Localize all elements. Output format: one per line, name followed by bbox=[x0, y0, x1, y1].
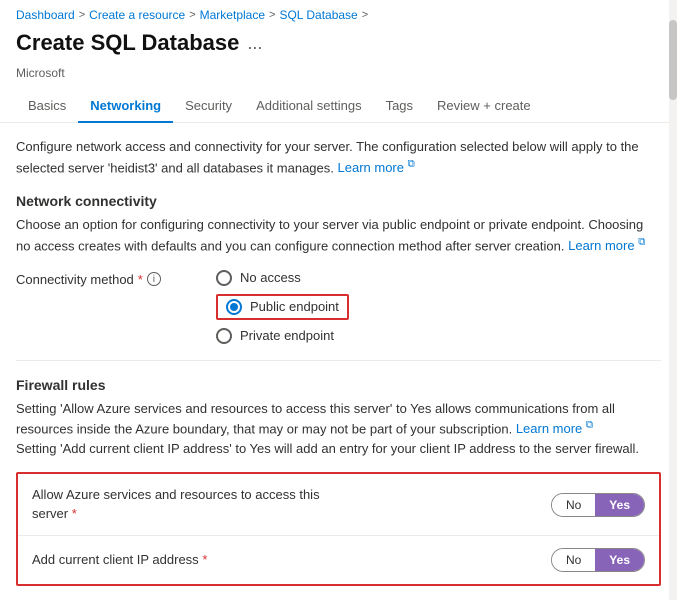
tab-security[interactable]: Security bbox=[173, 90, 244, 123]
tab-basics[interactable]: Basics bbox=[16, 90, 78, 123]
page-title: Create SQL Database bbox=[16, 30, 239, 56]
allow-azure-services-toggle[interactable]: No Yes bbox=[551, 493, 645, 517]
page-subtitle: Microsoft bbox=[0, 66, 677, 90]
firewall-description: Setting 'Allow Azure services and resour… bbox=[16, 399, 661, 459]
breadcrumb-sql-database[interactable]: SQL Database bbox=[279, 8, 357, 22]
breadcrumb-sep-1: > bbox=[79, 9, 85, 21]
content-area: Configure network access and connectivit… bbox=[0, 123, 677, 600]
breadcrumb-sep-3: > bbox=[269, 9, 275, 21]
breadcrumb-dashboard[interactable]: Dashboard bbox=[16, 8, 75, 22]
breadcrumb: Dashboard > Create a resource > Marketpl… bbox=[0, 0, 677, 26]
breadcrumb-create-resource[interactable]: Create a resource bbox=[89, 8, 185, 22]
breadcrumb-sep-2: > bbox=[189, 9, 195, 21]
connectivity-learn-more-link[interactable]: Learn more ⧉ bbox=[568, 238, 645, 253]
scrollbar-track bbox=[669, 0, 677, 600]
radio-no-access-indicator bbox=[216, 270, 232, 286]
radio-private-endpoint[interactable]: Private endpoint bbox=[216, 328, 349, 344]
external-link-icon-2: ⧉ bbox=[638, 237, 645, 248]
connectivity-info-icon[interactable]: i bbox=[147, 272, 161, 286]
allow-azure-no-option[interactable]: No bbox=[552, 494, 595, 516]
tab-tags[interactable]: Tags bbox=[374, 90, 425, 123]
rule-1-required-star: * bbox=[72, 506, 77, 521]
section-divider bbox=[16, 360, 661, 361]
page-header: Create SQL Database ... bbox=[0, 26, 677, 66]
rule-2-required-star: * bbox=[202, 552, 207, 567]
external-link-icon: ⧉ bbox=[408, 159, 415, 170]
allow-azure-yes-option[interactable]: Yes bbox=[595, 494, 644, 516]
tab-networking[interactable]: Networking bbox=[78, 90, 173, 123]
firewall-learn-more-link[interactable]: Learn more ⧉ bbox=[516, 421, 593, 436]
breadcrumb-marketplace[interactable]: Marketplace bbox=[200, 8, 265, 22]
radio-no-access[interactable]: No access bbox=[216, 270, 349, 286]
network-learn-more-link[interactable]: Learn more ⧉ bbox=[338, 160, 415, 175]
firewall-rule-2-label: Add current client IP address * bbox=[32, 551, 207, 569]
radio-private-endpoint-label: Private endpoint bbox=[240, 328, 334, 343]
firewall-section-title: Firewall rules bbox=[16, 377, 661, 393]
tabs-bar: Basics Networking Security Additional se… bbox=[0, 90, 677, 123]
radio-private-endpoint-indicator bbox=[216, 328, 232, 344]
connectivity-method-row: Connectivity method * i No access Public… bbox=[16, 270, 661, 344]
add-client-ip-yes-option[interactable]: Yes bbox=[595, 549, 644, 571]
connectivity-method-label: Connectivity method * i bbox=[16, 270, 196, 287]
public-endpoint-highlight-box: Public endpoint bbox=[216, 294, 349, 320]
radio-public-endpoint[interactable]: Public endpoint bbox=[216, 294, 349, 320]
scrollbar-thumb[interactable] bbox=[669, 20, 677, 100]
more-options-button[interactable]: ... bbox=[247, 33, 262, 54]
network-description: Configure network access and connectivit… bbox=[16, 137, 661, 177]
firewall-rule-1-row: Allow Azure services and resources to ac… bbox=[18, 474, 659, 535]
breadcrumb-sep-4: > bbox=[362, 9, 368, 21]
tab-additional-settings[interactable]: Additional settings bbox=[244, 90, 374, 123]
connectivity-radio-group: No access Public endpoint Private endpoi… bbox=[216, 270, 349, 344]
firewall-rule-2-row: Add current client IP address * No Yes bbox=[18, 536, 659, 584]
connectivity-description: Choose an option for configuring connect… bbox=[16, 215, 661, 255]
external-link-icon-3: ⧉ bbox=[586, 420, 593, 431]
firewall-rules-box: Allow Azure services and resources to ac… bbox=[16, 472, 661, 585]
radio-public-endpoint-indicator bbox=[226, 299, 242, 315]
radio-public-endpoint-label: Public endpoint bbox=[250, 299, 339, 314]
radio-no-access-label: No access bbox=[240, 270, 301, 285]
add-client-ip-toggle[interactable]: No Yes bbox=[551, 548, 645, 572]
add-client-ip-no-option[interactable]: No bbox=[552, 549, 595, 571]
firewall-rule-1-label: Allow Azure services and resources to ac… bbox=[32, 486, 332, 522]
firewall-section: Firewall rules Setting 'Allow Azure serv… bbox=[16, 377, 661, 586]
connectivity-section-title: Network connectivity bbox=[16, 193, 661, 209]
tab-review-create[interactable]: Review + create bbox=[425, 90, 543, 123]
